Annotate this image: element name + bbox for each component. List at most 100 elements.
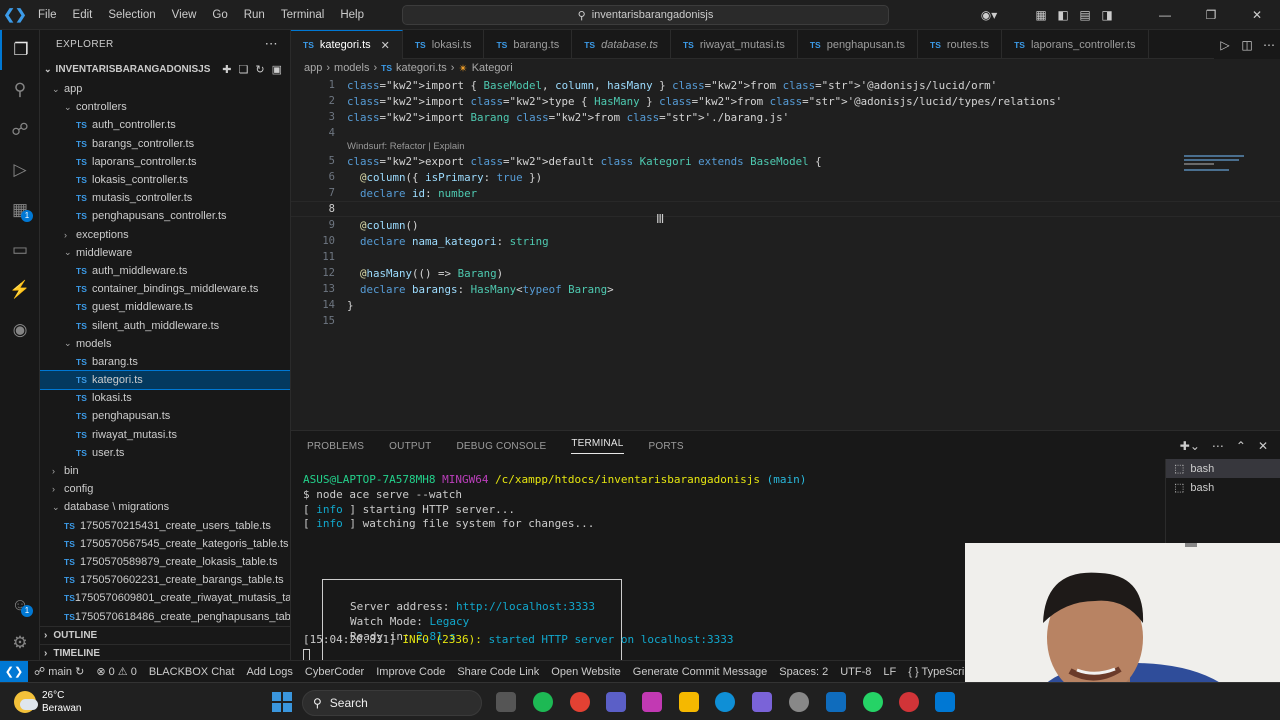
tree-folder[interactable]: ⌄ controllers [40,98,290,116]
settings-app-icon[interactable] [789,692,809,712]
status-item[interactable]: CyberCoder [299,666,370,678]
tree-file[interactable]: TS 1750570215431_create_users_table.ts [40,517,290,535]
panel-tab-output[interactable]: OUTPUT [389,441,431,452]
tree-file[interactable]: TS laporans_controller.ts [40,153,290,171]
tab-kategori-ts[interactable]: TS kategori.ts ✕ [291,30,403,59]
maximize-panel-icon[interactable]: ⌃ [1236,439,1246,453]
toggle-secondary-sidebar-icon[interactable]: ◨ [1096,8,1118,22]
tree-file[interactable]: TS container_bindings_middleware.ts [40,280,290,298]
taskbar-search[interactable]: ⚲ Search [302,690,482,716]
terminal-instance[interactable]: ⬚ bash [1166,459,1280,478]
vscode-taskbar-icon[interactable] [935,692,955,712]
tree-folder[interactable]: ⌄ models [40,335,290,353]
recorder-icon[interactable] [899,692,919,712]
menu-run[interactable]: Run [236,9,273,21]
run-debug-icon[interactable]: ▷ [0,150,40,190]
toggle-panel-icon[interactable]: ▤ [1074,8,1096,22]
collapse-all-icon[interactable]: ▣ [272,63,282,76]
tree-file[interactable]: TS penghapusan.ts [40,407,290,425]
close-panel-icon[interactable]: ✕ [1258,439,1268,453]
tree-file[interactable]: TS 1750570589879_create_lokasis_table.ts [40,553,290,571]
breadcrumb-item[interactable]: models [334,62,369,74]
outline-section[interactable]: › OUTLINE [40,626,290,644]
search-view-icon[interactable]: ⚲ [0,70,40,110]
status-item[interactable]: Open Website [545,666,627,678]
maximize-icon[interactable]: ❐ [1188,8,1234,22]
layout-customize-icon[interactable]: ▦ [1030,8,1052,22]
refresh-icon[interactable]: ↻ [255,63,264,76]
run-icon[interactable]: ▷ [1214,38,1236,52]
menu-file[interactable]: File [30,9,65,21]
task-view-icon[interactable] [496,692,516,712]
tab-laporans_controller-ts[interactable]: TS laporans_controller.ts [1002,30,1149,59]
code-line[interactable]: 7 declare id: number [291,185,1280,201]
tree-folder[interactable]: ⌄ app [40,80,290,98]
status-item[interactable]: Add Logs [240,666,298,678]
code-editor[interactable]: Windsurf: Refactor | Explain 1 class="kw2… [291,77,1280,430]
status-item[interactable]: LF [877,666,902,678]
tree-file[interactable]: TS auth_controller.ts [40,116,290,134]
tree-file[interactable]: TS lokasis_controller.ts [40,171,290,189]
editor-more-icon[interactable]: ⋯ [1258,38,1280,52]
server-address-link[interactable]: http://localhost:3333 [456,600,595,613]
tree-file[interactable]: TS 1750570609801_create_riwayat_mutasis_t… [40,589,290,607]
explorer-icon[interactable]: ❐ [0,30,40,70]
tree-file[interactable]: TS user.ts [40,444,290,462]
menu-edit[interactable]: Edit [65,9,101,21]
tree-file[interactable]: TS 1750570618486_create_penghapusans_tabl… [40,607,290,625]
whatsapp-icon[interactable] [863,692,883,712]
testing-icon[interactable]: ⚡ [0,270,40,310]
code-line[interactable]: 11 [291,249,1280,265]
breadcrumb-item[interactable]: app [304,62,322,74]
tab-barang-ts[interactable]: TS barang.ts [484,30,573,59]
menu-terminal[interactable]: Terminal [273,9,332,21]
code-line[interactable]: 4 [291,125,1280,141]
minimize-icon[interactable]: — [1142,8,1188,22]
panel-tab-problems[interactable]: PROBLEMS [307,441,364,452]
tree-file[interactable]: TS lokasi.ts [40,389,290,407]
tree-file[interactable]: TS kategori.ts [40,369,290,391]
edge-icon[interactable] [715,692,735,712]
copilot-app-icon[interactable] [642,692,662,712]
menu-view[interactable]: View [164,9,205,21]
panel-tab-terminal[interactable]: TERMINAL [571,438,624,454]
minimap[interactable] [1184,155,1270,173]
github-icon[interactable]: ◉ [0,310,40,350]
extensions-icon[interactable]: ▦ 1 [0,190,40,230]
code-line[interactable]: 8 [291,201,1280,217]
tree-file[interactable]: TS mutasis_controller.ts [40,189,290,207]
code-line[interactable]: 2 class="kw2">import class="kw2">type { H… [291,93,1280,109]
more-actions-icon[interactable]: ⋯ [265,36,278,52]
menu-help[interactable]: Help [332,9,372,21]
teams-icon[interactable] [606,692,626,712]
branch-indicator[interactable]: ☍ main ↻ [28,665,90,678]
code-line[interactable]: 14} [291,297,1280,313]
codelens[interactable]: Windsurf: Refactor | Explain [347,141,465,152]
menu-go[interactable]: Go [204,9,235,21]
tab-penghapusan-ts[interactable]: TS penghapusan.ts [798,30,918,59]
code-line[interactable]: 1 class="kw2">import { BaseModel, column,… [291,77,1280,93]
status-item[interactable]: Generate Commit Message [627,666,774,678]
panel-more-icon[interactable]: ⋯ [1212,439,1224,453]
breadcrumb-item[interactable]: kategori.ts [396,62,447,74]
remote-explorer-icon[interactable]: ▭ [0,230,40,270]
tab-database-ts[interactable]: TS database.ts [572,30,671,59]
new-folder-icon[interactable]: ❏ [239,63,249,76]
tree-folder[interactable]: › bin [40,462,290,480]
status-item[interactable]: Spaces: 2 [773,666,834,678]
weather-widget[interactable]: 26°C Berawan [0,689,81,715]
new-terminal-icon[interactable]: ✚⌄ [1180,439,1200,453]
tree-folder[interactable]: ⌄ database \ migrations [40,498,290,516]
code-line[interactable]: 3 class="kw2">import Barang class="kw2">f… [291,109,1280,125]
code-line[interactable]: 15 [291,313,1280,329]
code-line[interactable]: 13 declare barangs: HasMany<typeof Baran… [291,281,1280,297]
status-item[interactable]: UTF-8 [834,666,877,678]
windows-start-icon[interactable] [272,692,292,712]
spotify-icon[interactable] [533,692,553,712]
timeline-section[interactable]: › TIMELINE [40,644,290,660]
status-item[interactable]: Share Code Link [451,666,545,678]
tab-routes-ts[interactable]: TS routes.ts [918,30,1003,59]
tree-file[interactable]: TS auth_middleware.ts [40,262,290,280]
tree-folder[interactable]: › config [40,480,290,498]
code-line[interactable]: 12 @hasMany(() => Barang) [291,265,1280,281]
